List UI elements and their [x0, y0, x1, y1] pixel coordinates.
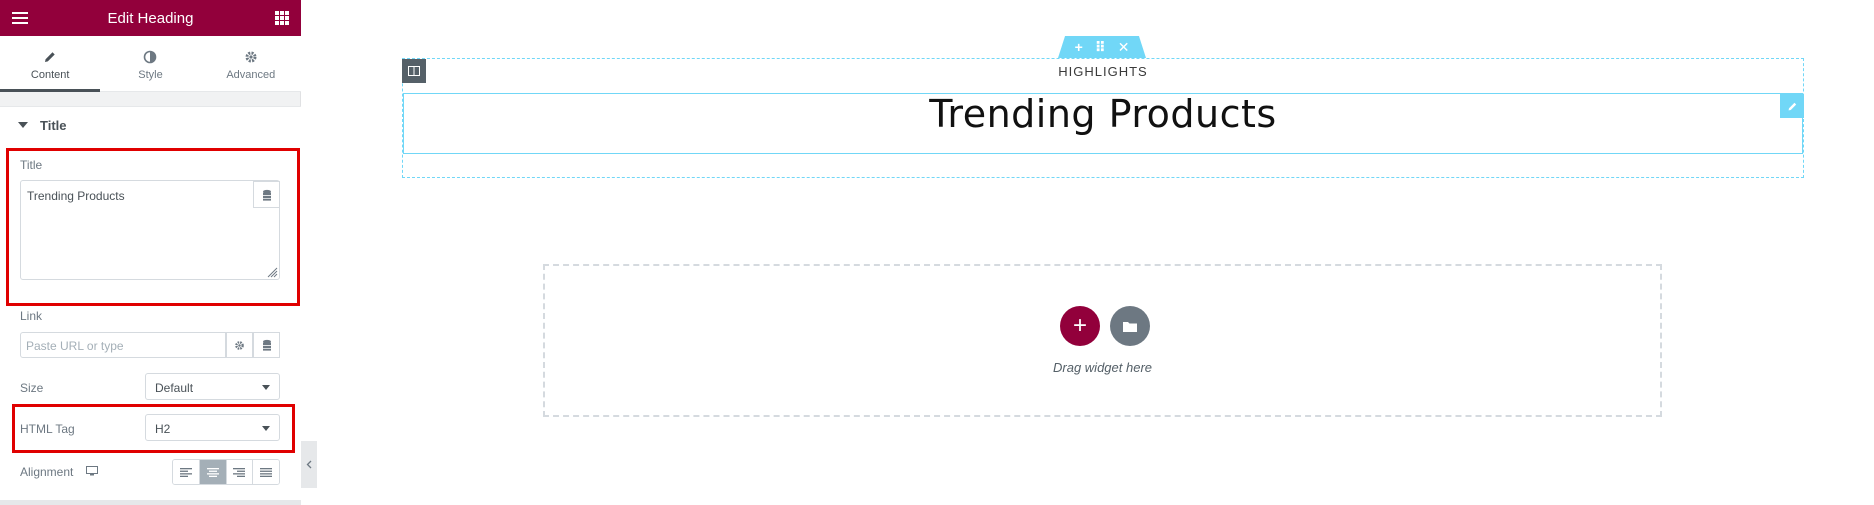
link-options-button[interactable] — [226, 332, 253, 358]
title-dynamic-tags-button[interactable] — [253, 181, 280, 208]
tab-content-label: Content — [30, 69, 70, 81]
size-select[interactable]: Default — [145, 373, 280, 400]
empty-section-dropzone[interactable] — [543, 264, 1662, 417]
align-right-icon — [233, 467, 246, 477]
tab-style[interactable]: Style — [100, 36, 200, 91]
add-section-icon[interactable]: + — [1075, 39, 1083, 55]
html-tag-select[interactable]: H2 — [145, 414, 280, 441]
html-tag-control-label: HTML Tag — [20, 422, 75, 436]
pencil-icon — [0, 49, 100, 65]
tab-style-label: Style — [138, 69, 163, 81]
size-select-value: Default — [155, 381, 194, 395]
html-tag-select-value: H2 — [155, 422, 171, 436]
tab-content[interactable]: Content — [0, 36, 101, 92]
collapse-panel-button[interactable] — [301, 441, 317, 488]
plus-icon: + — [1072, 312, 1087, 339]
add-new-section-button[interactable]: + — [1060, 306, 1100, 346]
link-control-label: Link — [20, 309, 43, 323]
panel-bottom-divider — [0, 500, 301, 505]
section-handle: + ⠿ ✕ — [1058, 36, 1146, 58]
resize-handle-icon[interactable] — [266, 266, 278, 278]
widgets-grid-icon[interactable] — [275, 11, 289, 25]
tab-advanced-label: Advanced — [226, 69, 276, 81]
link-gear-icon — [235, 340, 244, 350]
tab-advanced[interactable]: Advanced — [201, 36, 301, 91]
caret-down-icon — [18, 122, 28, 128]
align-justify-icon — [260, 467, 273, 477]
section-toggle-title[interactable]: Title — [0, 106, 301, 140]
chevron-left-icon — [306, 460, 312, 469]
subheading-text[interactable]: HIGHLIGHTS — [402, 64, 1804, 79]
dropzone-hint-text: Drag widget here — [1053, 360, 1152, 375]
align-left-button[interactable] — [173, 460, 200, 484]
heading-widget-text[interactable]: Trending Products — [402, 92, 1804, 136]
title-textarea[interactable]: Trending Products — [20, 180, 280, 280]
size-control-label: Size — [20, 381, 44, 395]
database-icon — [262, 339, 271, 351]
alignment-control-label: Alignment — [20, 465, 74, 479]
align-right-button[interactable] — [226, 460, 254, 484]
add-template-button[interactable] — [1110, 306, 1150, 346]
desktop-icon[interactable] — [86, 466, 98, 476]
align-justify-button[interactable] — [253, 460, 279, 484]
chevron-down-icon — [262, 426, 270, 431]
alignment-choices — [172, 459, 280, 485]
contrast-icon — [100, 49, 200, 65]
gear-icon — [201, 49, 301, 65]
panel-tabs: Content Style Advanced — [0, 36, 301, 92]
database-icon — [262, 189, 271, 201]
align-center-icon — [206, 467, 219, 477]
align-center-button[interactable] — [199, 460, 227, 484]
drag-section-icon[interactable]: ⠿ — [1095, 39, 1106, 56]
editor-panel: Edit Heading Content Style Advanced Titl… — [0, 0, 301, 505]
folder-icon — [1123, 321, 1137, 332]
chevron-down-icon — [262, 385, 270, 390]
edit-widget-button[interactable] — [1780, 94, 1804, 118]
link-url-input[interactable]: Paste URL or type — [20, 332, 226, 358]
title-control-label: Title — [20, 158, 43, 172]
panel-title: Edit Heading — [107, 10, 194, 27]
align-left-icon — [179, 467, 192, 477]
delete-section-icon[interactable]: ✕ — [1118, 39, 1130, 56]
link-dynamic-tags-button[interactable] — [253, 332, 280, 358]
pencil-icon — [1788, 102, 1796, 110]
panel-header: Edit Heading — [0, 0, 301, 36]
section-title-label: Title — [40, 118, 67, 133]
